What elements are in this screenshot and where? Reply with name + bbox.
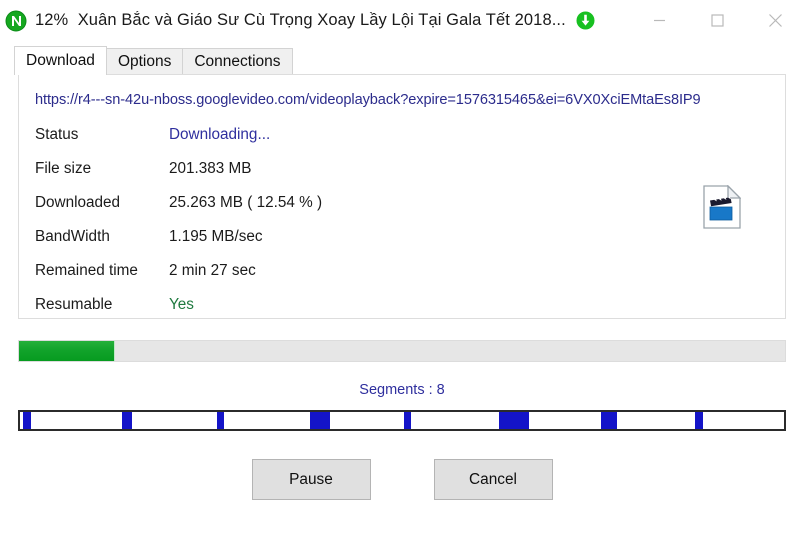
detail-label-remained-time: Remained time bbox=[35, 262, 138, 279]
tab-strip: Download Options Connections bbox=[14, 46, 804, 75]
tab-options-label: Options bbox=[117, 53, 172, 70]
segment-block bbox=[310, 412, 331, 429]
detail-value-resumable: Yes bbox=[169, 296, 194, 313]
action-buttons: Pause Cancel bbox=[0, 459, 804, 500]
segment-block bbox=[404, 412, 412, 429]
detail-value-remained-time: 2 min 27 sec bbox=[169, 262, 256, 279]
pause-button[interactable]: Pause bbox=[251, 459, 371, 500]
idm-n-green-icon bbox=[5, 10, 27, 32]
segments-bar bbox=[18, 410, 786, 431]
segment-block bbox=[217, 412, 224, 429]
video-file-icon bbox=[703, 184, 742, 229]
tab-connections[interactable]: Connections bbox=[182, 48, 293, 75]
maximize-button[interactable] bbox=[688, 0, 746, 41]
progress-bar bbox=[18, 340, 786, 362]
minimize-button[interactable] bbox=[630, 0, 688, 41]
detail-label-status: Status bbox=[35, 126, 79, 143]
segment-block bbox=[121, 412, 133, 429]
detail-value-bandwidth: 1.195 MB/sec bbox=[169, 228, 263, 245]
detail-row-resumable: Resumable Yes bbox=[19, 288, 785, 322]
tab-download[interactable]: Download bbox=[14, 46, 107, 75]
progress-bar-fill bbox=[19, 341, 116, 361]
window-title-text: Xuân Bắc và Giáo Sư Cù Trọng Xoay Lầy Lộ… bbox=[77, 11, 566, 29]
detail-value-file-size: 201.383 MB bbox=[169, 160, 252, 177]
tab-download-label: Download bbox=[26, 52, 95, 69]
detail-value-downloaded: 25.263 MB ( 12.54 % ) bbox=[169, 194, 323, 211]
detail-row-remained-time: Remained time 2 min 27 sec bbox=[19, 254, 785, 288]
cancel-button[interactable]: Cancel bbox=[433, 459, 553, 500]
download-url: https://r4---sn-42u-nboss.googlevideo.co… bbox=[35, 92, 701, 108]
detail-label-bandwidth: BandWidth bbox=[35, 228, 110, 245]
tab-options[interactable]: Options bbox=[105, 48, 184, 75]
download-info-panel: https://r4---sn-42u-nboss.googlevideo.co… bbox=[18, 74, 786, 319]
segment-block bbox=[600, 412, 618, 429]
segment-block bbox=[695, 412, 703, 429]
window-title: 12% Xuân Bắc và Giáo Sư Cù Trọng Xoay Lầ… bbox=[35, 11, 566, 30]
window-controls bbox=[630, 0, 804, 41]
detail-row-bandwidth: BandWidth 1.195 MB/sec bbox=[19, 220, 785, 254]
detail-row-status: Status Downloading... bbox=[19, 118, 785, 152]
segment-block bbox=[23, 412, 32, 429]
tab-connections-label: Connections bbox=[194, 53, 281, 70]
detail-row-file-size: File size 201.383 MB bbox=[19, 152, 785, 186]
close-button[interactable] bbox=[746, 0, 804, 41]
segment-block bbox=[499, 412, 529, 429]
title-bar: 12% Xuân Bắc và Giáo Sư Cù Trọng Xoay Lầ… bbox=[0, 0, 804, 41]
detail-label-file-size: File size bbox=[35, 160, 92, 177]
window-progress-percent: 12% bbox=[35, 11, 69, 29]
detail-label-resumable: Resumable bbox=[35, 296, 113, 313]
download-arrow-icon bbox=[576, 11, 595, 30]
segments-label: Segments : 8 bbox=[359, 382, 445, 398]
detail-value-status: Downloading... bbox=[169, 126, 271, 143]
detail-label-downloaded: Downloaded bbox=[35, 194, 121, 211]
download-detail-rows: Status Downloading... File size 201.383 … bbox=[19, 118, 785, 322]
detail-row-downloaded: Downloaded 25.263 MB ( 12.54 % ) bbox=[19, 186, 785, 220]
